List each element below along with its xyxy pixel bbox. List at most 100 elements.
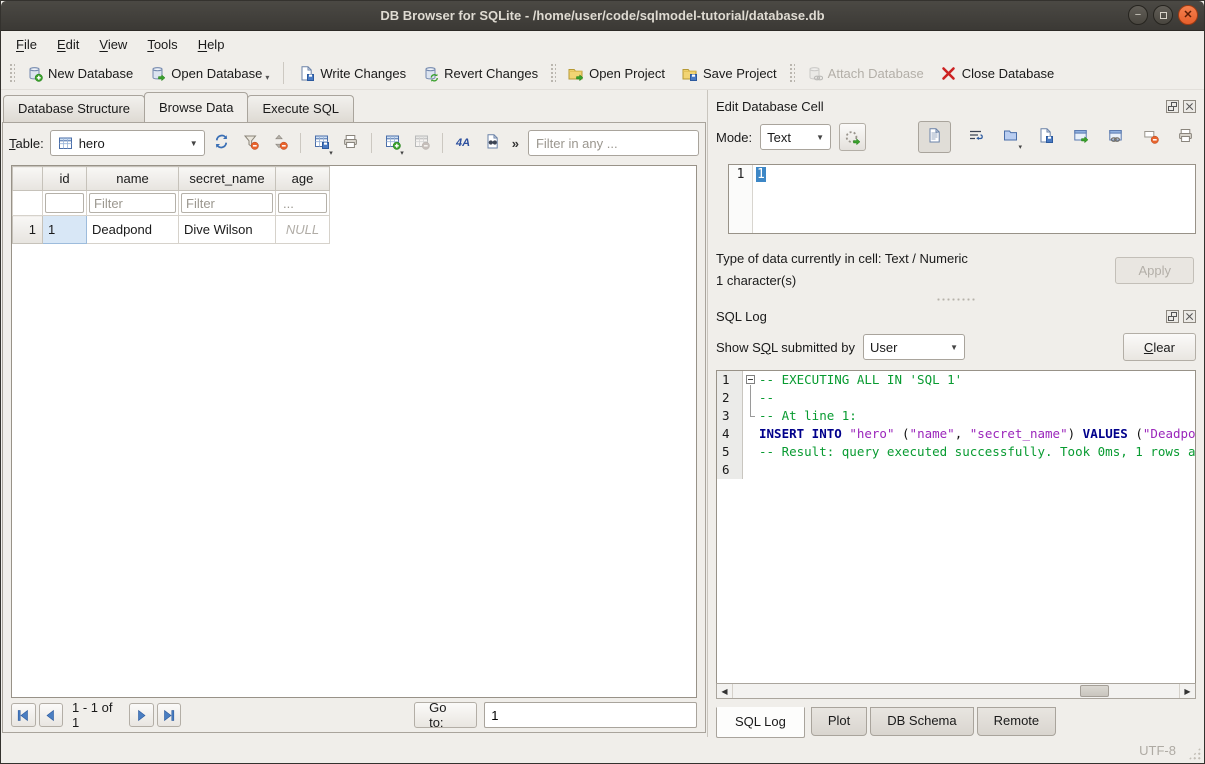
data-grid[interactable]: idnamesecret_nameage 11DeadpondDive Wilso… bbox=[11, 165, 697, 698]
new-record-icon bbox=[384, 133, 401, 150]
dock-splitter[interactable] bbox=[716, 292, 1196, 304]
minimize-button[interactable]: − bbox=[1128, 5, 1148, 25]
import-file-button[interactable]: ▾ bbox=[1000, 125, 1021, 149]
first-record-button[interactable] bbox=[11, 703, 36, 727]
dock-tab-sql-log[interactable]: SQL Log bbox=[716, 707, 805, 738]
menu-help[interactable]: Help bbox=[189, 34, 234, 55]
word-wrap-button[interactable] bbox=[965, 125, 986, 149]
chevron-down-icon[interactable]: ▾ bbox=[1018, 143, 1022, 151]
dock-float-button[interactable] bbox=[1166, 310, 1179, 323]
close-button[interactable]: ✕ bbox=[1178, 5, 1198, 25]
filter-input-name[interactable] bbox=[89, 193, 176, 213]
toolbar-handle[interactable] bbox=[8, 62, 15, 84]
goto-button[interactable]: Go to: bbox=[414, 702, 477, 728]
fold-collapse-icon[interactable] bbox=[746, 375, 755, 384]
fold-margin[interactable] bbox=[743, 371, 759, 389]
apply-button[interactable]: Apply bbox=[1115, 257, 1194, 284]
resize-grip[interactable] bbox=[1188, 747, 1201, 760]
cell-secret_name[interactable]: Dive Wilson bbox=[179, 216, 276, 244]
sql-source-select[interactable]: User ▼ bbox=[863, 334, 965, 360]
toolbar-handle[interactable] bbox=[788, 62, 795, 84]
sql-log-editor[interactable]: 1-- EXECUTING ALL IN 'SQL 1'2--3-- At li… bbox=[716, 370, 1196, 683]
cell-id[interactable]: 1 bbox=[43, 216, 87, 244]
text-document-button[interactable] bbox=[918, 121, 951, 153]
apply-cell-changes-button[interactable] bbox=[839, 123, 866, 151]
scroll-right-icon[interactable]: ▶ bbox=[1179, 684, 1195, 698]
last-record-button[interactable] bbox=[157, 703, 182, 727]
sql-log-line: 6 bbox=[717, 461, 1195, 479]
column-header-secret_name[interactable]: secret_name bbox=[179, 167, 276, 191]
export-file-button[interactable] bbox=[1070, 125, 1091, 149]
dock-close-button[interactable] bbox=[1183, 310, 1196, 323]
dock-close-button[interactable] bbox=[1183, 100, 1196, 113]
tab-database-structure[interactable]: Database Structure bbox=[3, 95, 145, 122]
close-database-button[interactable]: Close Database bbox=[932, 61, 1063, 86]
menu-tools[interactable]: Tools bbox=[138, 34, 186, 55]
menu-file[interactable]: File bbox=[7, 34, 46, 55]
table-select[interactable]: hero ▼ bbox=[50, 130, 205, 156]
next-record-icon bbox=[133, 707, 150, 724]
toolbar-overflow-button[interactable]: » bbox=[509, 136, 522, 151]
menu-edit[interactable]: Edit bbox=[48, 34, 88, 55]
chevron-down-icon[interactable]: ▾ bbox=[265, 73, 269, 82]
clear-log-button[interactable]: Clear bbox=[1123, 333, 1196, 361]
dock-tab-plot[interactable]: Plot bbox=[811, 707, 867, 736]
column-header-id[interactable]: id bbox=[43, 167, 87, 191]
open-project-button[interactable]: Open Project bbox=[559, 61, 673, 86]
line-number: 1 bbox=[717, 371, 743, 389]
set-null-button[interactable] bbox=[1140, 125, 1161, 149]
filter-input-age[interactable] bbox=[278, 193, 327, 213]
column-header-age[interactable]: age bbox=[276, 167, 330, 191]
save-file-button[interactable] bbox=[1035, 125, 1056, 149]
dock-tab-remote[interactable]: Remote bbox=[977, 707, 1057, 736]
previous-record-button[interactable] bbox=[39, 703, 64, 727]
splitter-handle-icon bbox=[935, 296, 977, 301]
next-record-button[interactable] bbox=[129, 703, 154, 727]
scrollbar-thumb[interactable] bbox=[1080, 685, 1109, 697]
revert-changes-icon bbox=[422, 65, 439, 82]
horizontal-scrollbar[interactable]: ◀ ▶ bbox=[716, 683, 1196, 699]
chevron-down-icon[interactable]: ▾ bbox=[329, 149, 333, 157]
find-button[interactable] bbox=[482, 131, 503, 155]
filter-input-id[interactable] bbox=[45, 193, 84, 213]
open-database-button[interactable]: Open Database▾ bbox=[141, 61, 277, 86]
mode-select[interactable]: Text ▼ bbox=[760, 124, 831, 150]
titlebar[interactable]: DB Browser for SQLite - /home/user/code/… bbox=[1, 1, 1204, 31]
filter-input-secret_name[interactable] bbox=[181, 193, 273, 213]
dock-float-button[interactable] bbox=[1166, 100, 1179, 113]
open-external-button[interactable] bbox=[1105, 125, 1126, 149]
refresh-button[interactable] bbox=[211, 131, 232, 155]
mode-label: Mode: bbox=[716, 130, 752, 145]
menu-view[interactable]: View bbox=[90, 34, 136, 55]
row-header bbox=[13, 191, 43, 216]
goto-input[interactable] bbox=[484, 702, 697, 728]
save-project-button[interactable]: Save Project bbox=[673, 61, 785, 86]
table-row[interactable]: 11DeadpondDive WilsonNULL bbox=[13, 216, 330, 244]
cell-age[interactable]: NULL bbox=[276, 216, 330, 244]
attach-database-button: Attach Database bbox=[798, 61, 932, 86]
dock-tab-db-schema[interactable]: DB Schema bbox=[870, 707, 973, 736]
clear-sorting-button[interactable] bbox=[269, 131, 290, 155]
scroll-left-icon[interactable]: ◀ bbox=[717, 684, 733, 698]
new-record-button[interactable]: ▾ bbox=[382, 131, 403, 155]
cell-name[interactable]: Deadpond bbox=[87, 216, 179, 244]
filter-any-column-input[interactable] bbox=[528, 130, 699, 156]
tab-browse-data[interactable]: Browse Data bbox=[144, 92, 248, 122]
column-header-name[interactable]: name bbox=[87, 167, 179, 191]
chevron-down-icon[interactable]: ▾ bbox=[400, 149, 404, 157]
save-table-button[interactable]: ▾ bbox=[311, 131, 332, 155]
cell-editor[interactable]: 1 1 bbox=[728, 164, 1196, 234]
maximize-button[interactable] bbox=[1153, 5, 1173, 25]
toolbar-button-label: Write Changes bbox=[320, 66, 406, 81]
print-button[interactable] bbox=[340, 131, 361, 155]
write-changes-button[interactable]: Write Changes bbox=[290, 61, 414, 86]
browse-data-toolbar: Table: hero ▼ ▾▾4A » bbox=[3, 123, 705, 163]
print-cell-button[interactable] bbox=[1175, 125, 1196, 149]
revert-changes-button[interactable]: Revert Changes bbox=[414, 61, 546, 86]
tab-execute-sql[interactable]: Execute SQL bbox=[247, 95, 354, 122]
encoding-button[interactable]: 4A bbox=[453, 131, 474, 155]
filter-cell bbox=[179, 191, 276, 216]
clear-filters-button[interactable] bbox=[240, 131, 261, 155]
new-database-button[interactable]: New Database bbox=[18, 61, 141, 86]
toolbar-handle[interactable] bbox=[549, 62, 556, 84]
